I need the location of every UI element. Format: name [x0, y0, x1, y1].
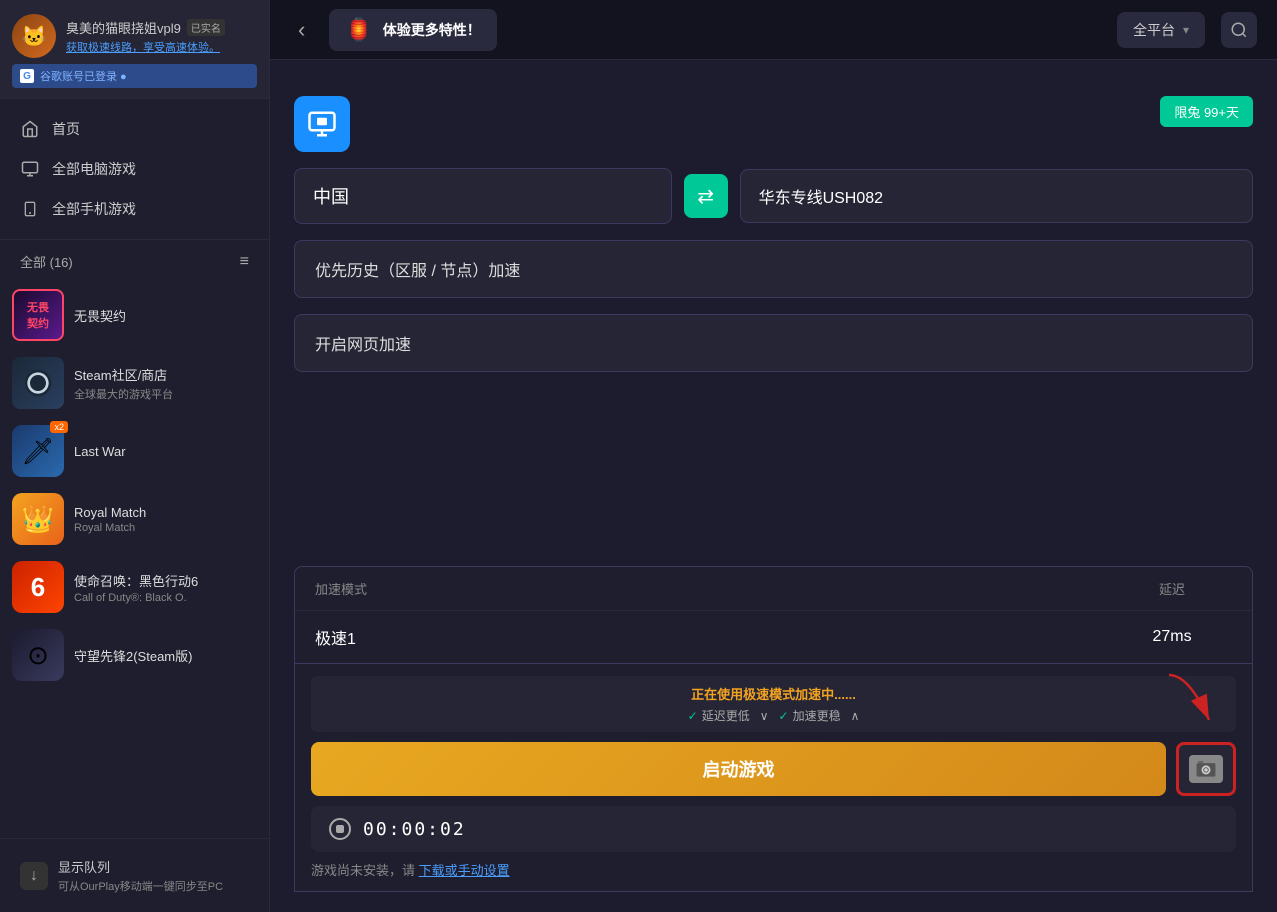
speed-col-mode-header: 加速模式	[315, 579, 1112, 598]
screenshot-button[interactable]	[1176, 742, 1236, 796]
server-from-text: 中国	[313, 183, 349, 209]
display-queue-icon: ↓	[20, 862, 48, 890]
phone-icon	[20, 199, 40, 219]
game-item-wuji[interactable]: 无畏契约 无畏契约	[0, 281, 269, 349]
game-thumb-cod: 6	[12, 561, 64, 613]
status-sub2: 加速更稳	[793, 707, 841, 724]
game-name-steam: Steam社区/商店	[74, 365, 257, 384]
sidebar-bottom[interactable]: ↓ 显示队列 可从OurPlay移动端一键同步至PC	[0, 838, 269, 912]
home-icon	[20, 119, 40, 139]
user-section: 🐱 臭美的猫眼挠姐vpl9 已实名 获取极速线路，享受高速体验。 G 谷歌账号已…	[0, 0, 269, 99]
web-accel-text: 开启网页加速	[315, 337, 411, 354]
verified-badge: 已实名	[187, 19, 225, 36]
check-icon-1: ✓	[688, 709, 698, 723]
nav-section: 首页 全部电脑游戏 全部手机游戏	[0, 99, 269, 240]
google-icon: G	[20, 69, 34, 83]
mobile-games-label: 全部手机游戏	[52, 199, 136, 219]
screenshot-icon	[1189, 755, 1223, 783]
game-item-royalmatch[interactable]: 👑 Royal Match Royal Match	[0, 485, 269, 553]
bottom-panel: 加速模式 延迟 极速1 27ms 正在使用极速模式加速中...... ✓	[294, 566, 1253, 892]
control-row: 启动游戏	[311, 742, 1236, 796]
status-message-box: 正在使用极速模式加速中...... ✓ 延迟更低 ∨ ✓ 加速更稳 ∧	[311, 676, 1236, 732]
server-to-text: 华东专线USH082	[759, 184, 883, 208]
promo-banner[interactable]: 🏮 体验更多特性！	[329, 9, 496, 51]
vpn-icon	[307, 109, 337, 139]
content-area: 限兔 99+天 中国 ⇄ 华东专线USH082 优先历史（区服 / 节点）加速 …	[270, 60, 1277, 912]
platform-selector[interactable]: 全平台 ▾	[1117, 12, 1205, 48]
game-item-overwatch[interactable]: ⊙ 守望先锋2(Steam版)	[0, 621, 269, 689]
game-sub-royalmatch: Royal Match	[74, 522, 257, 534]
game-item-cod[interactable]: 6 使命召唤：黑色行动6 Call of Duty®: Black O.	[0, 553, 269, 621]
server-from-selector[interactable]: 中国	[294, 168, 672, 224]
priority-row[interactable]: 优先历史（区服 / 节点）加速	[294, 240, 1253, 298]
download-link[interactable]: 下载或手动设置	[419, 863, 510, 878]
speed-col-delay-header: 延迟	[1112, 579, 1232, 598]
game-thumb-royalmatch: 👑	[12, 493, 64, 545]
lantern-icon: 🏮	[345, 17, 372, 43]
game-list: 无畏契约 无畏契约 Steam社区/商店 全球最大的游戏平台	[0, 277, 269, 838]
home-label: 首页	[52, 119, 80, 139]
chevron-down-icon: ▾	[1183, 23, 1189, 37]
status-sub1: 延迟更低	[702, 707, 750, 724]
game-thumb-lastwar: 🗡 x2	[12, 425, 64, 477]
top-row: 限兔 99+天	[294, 96, 1253, 152]
game-thumb-wuji: 无畏契约	[12, 289, 64, 341]
list-view-icon[interactable]: ≡	[240, 253, 249, 271]
priority-text: 优先历史（区服 / 节点）加速	[315, 263, 520, 280]
sidebar-item-home[interactable]: 首页	[0, 109, 269, 149]
timer-display: 00:00:02	[363, 819, 466, 840]
game-thumb-steam	[12, 357, 64, 409]
status-area: 正在使用极速模式加速中...... ✓ 延迟更低 ∨ ✓ 加速更稳 ∧	[294, 664, 1253, 892]
game-item-steam[interactable]: Steam社区/商店 全球最大的游戏平台	[0, 349, 269, 417]
avatar: 🐱	[12, 14, 56, 58]
badge-x2-lastwar: x2	[50, 425, 64, 433]
game-sub-steam: 全球最大的游戏平台	[74, 386, 257, 402]
limit-badge: 限兔 99+天	[1160, 96, 1253, 127]
check-icon-2: ✓	[779, 709, 789, 723]
web-acceleration-row[interactable]: 开启网页加速	[294, 314, 1253, 372]
swap-button[interactable]: ⇄	[684, 174, 728, 218]
game-name-royalmatch: Royal Match	[74, 505, 257, 520]
speed-delay-value: 27ms	[1112, 628, 1232, 646]
username: 臭美的猫眼挠姐vpl9	[66, 18, 181, 37]
display-queue-sub: 可从OurPlay移动端一键同步至PC	[58, 878, 223, 894]
google-login-btn[interactable]: G 谷歌账号已登录 ●	[12, 64, 257, 88]
search-icon	[1230, 21, 1248, 39]
start-game-button[interactable]: 启动游戏	[311, 742, 1166, 796]
game-item-lastwar[interactable]: 🗡 x2 Last War	[0, 417, 269, 485]
timer-row: 00:00:02	[311, 806, 1236, 852]
game-name-wuji: 无畏契约	[74, 306, 257, 325]
sidebar-item-mobile-games[interactable]: 全部手机游戏	[0, 189, 269, 229]
search-button[interactable]	[1221, 12, 1257, 48]
speed-table-row[interactable]: 极速1 27ms	[295, 611, 1252, 663]
game-name-cod: 使命召唤：黑色行动6	[74, 571, 257, 590]
timer-stop-icon[interactable]	[329, 818, 351, 840]
status-main-text: 正在使用极速模式加速中......	[325, 684, 1222, 703]
server-to-selector[interactable]: 华东专线USH082	[740, 169, 1253, 223]
pc-games-label: 全部电脑游戏	[52, 159, 136, 179]
section-header: 全部 (16) ≡	[0, 240, 269, 277]
game-thumb-overwatch: ⊙	[12, 629, 64, 681]
topbar: ‹ 🏮 体验更多特性！ 全平台 ▾	[270, 0, 1277, 60]
game-sub-cod: Call of Duty®: Black O.	[74, 592, 257, 604]
monitor-icon	[20, 159, 40, 179]
not-installed-note: 游戏尚未安装，请 下载或手动设置	[311, 860, 1236, 879]
game-name-overwatch: 守望先锋2(Steam版)	[74, 646, 257, 665]
back-button[interactable]: ‹	[290, 13, 313, 47]
display-queue-title: 显示队列	[58, 857, 223, 876]
sidebar-item-pc-games[interactable]: 全部电脑游戏	[0, 149, 269, 189]
game-name-lastwar: Last War	[74, 444, 257, 459]
main-panel: ‹ 🏮 体验更多特性！ 全平台 ▾	[270, 0, 1277, 912]
sidebar: 🐱 臭美的猫眼挠姐vpl9 已实名 获取极速线路，享受高速体验。 G 谷歌账号已…	[0, 0, 270, 912]
platform-label: 全平台	[1133, 20, 1175, 40]
google-login-text: 谷歌账号已登录 ●	[40, 68, 127, 84]
vpn-icon-box	[294, 96, 350, 152]
section-count: 全部 (16)	[20, 252, 73, 271]
speed-mode-name: 极速1	[315, 625, 1112, 649]
user-sub-text[interactable]: 获取极速线路，享受高速体验。	[66, 39, 257, 55]
speed-table: 加速模式 延迟 极速1 27ms	[294, 566, 1253, 664]
promo-text: 体验更多特性！	[383, 20, 481, 40]
server-row: 中国 ⇄ 华东专线USH082	[294, 168, 1253, 224]
